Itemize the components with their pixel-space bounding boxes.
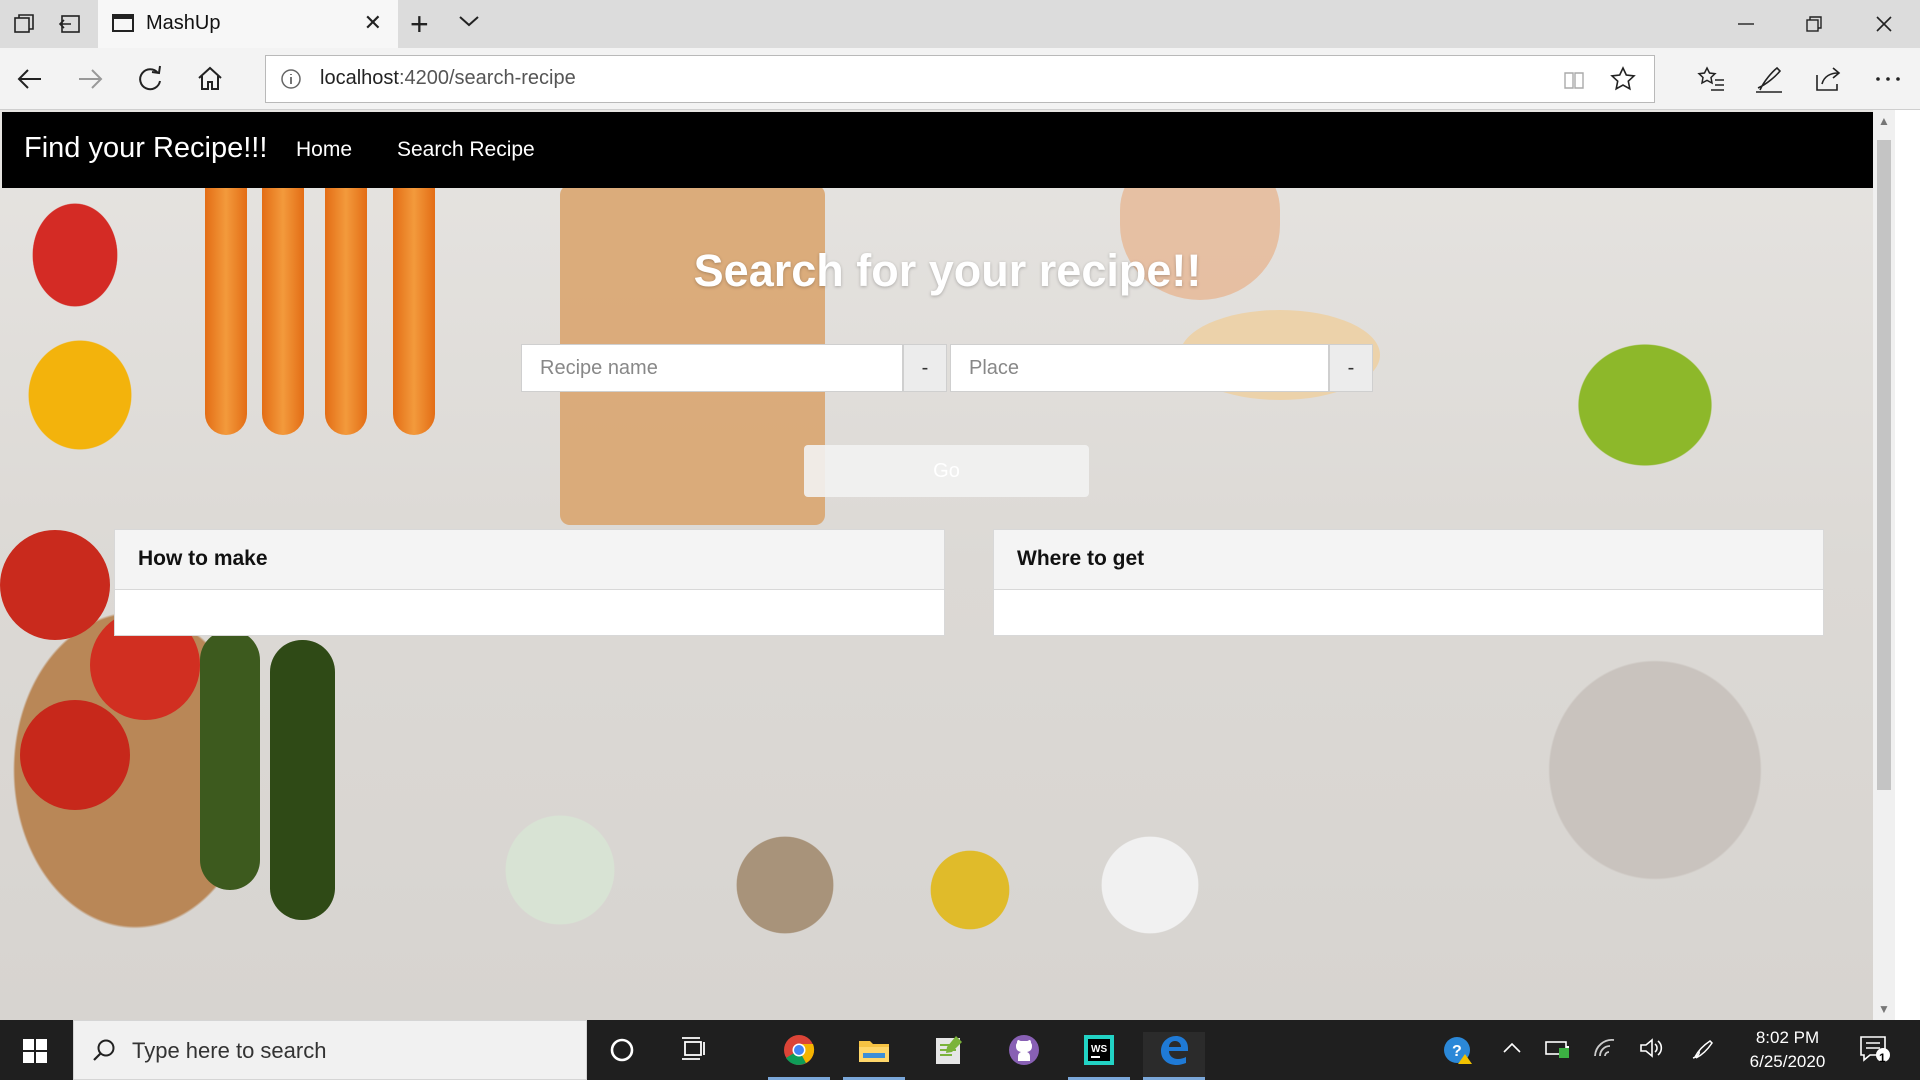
navbar: Find your Recipe!!! Home Search Recipe <box>2 112 1894 188</box>
url-path: :4200/search-recipe <box>398 67 576 89</box>
how-to-make-card: How to make <box>114 529 945 636</box>
tab-title: MashUp <box>146 12 221 34</box>
github-desktop-icon[interactable] <box>1007 1033 1041 1067</box>
vertical-scrollbar[interactable]: ▲ ▼ <box>1873 110 1895 1020</box>
tomato-image <box>20 700 130 810</box>
wifi-icon[interactable] <box>1592 1036 1618 1065</box>
task-view-icon[interactable] <box>678 1033 712 1067</box>
back-arrow-icon[interactable] <box>14 63 46 95</box>
file-explorer-icon[interactable] <box>857 1033 891 1067</box>
more-options-icon[interactable] <box>1872 63 1904 95</box>
taskbar: Type here to search WS ? 8:02 PM 6/25/20… <box>0 1020 1920 1080</box>
battery-icon[interactable] <box>1544 1036 1572 1065</box>
taskbar-search-box[interactable]: Type here to search <box>73 1020 587 1080</box>
star-icon[interactable] <box>1610 66 1636 97</box>
card-header: Where to get <box>994 530 1823 590</box>
tab-actions-icon[interactable] <box>12 12 36 36</box>
scroll-down-icon[interactable]: ▼ <box>1878 1002 1890 1016</box>
zucchini-image <box>200 630 260 890</box>
reading-view-icon[interactable] <box>1562 68 1586 97</box>
svg-text:WS: WS <box>1091 1044 1107 1055</box>
webstorm-icon[interactable]: WS <box>1082 1033 1116 1067</box>
card-header: How to make <box>115 530 944 590</box>
pen-icon[interactable] <box>1753 63 1785 95</box>
page-icon <box>112 14 134 32</box>
search-icon <box>91 1037 117 1068</box>
clock-date: 6/25/2020 <box>1749 1052 1826 1071</box>
browser-toolbar: localhost:4200/search-recipe <box>0 48 1920 110</box>
url-text: localhost:4200/search-recipe <box>320 67 576 90</box>
help-icon[interactable]: ? <box>1443 1036 1475 1071</box>
forward-arrow-icon[interactable] <box>74 63 106 95</box>
clock-time: 8:02 PM <box>1755 1028 1820 1047</box>
home-icon[interactable] <box>194 63 226 95</box>
nav-home-link[interactable]: Home <box>296 138 352 162</box>
share-icon[interactable] <box>1812 63 1844 95</box>
chevron-down-icon[interactable] <box>458 14 480 33</box>
brand-title[interactable]: Find your Recipe!!! <box>24 132 267 165</box>
nav-search-recipe-link[interactable]: Search Recipe <box>397 138 535 162</box>
page-title: Search for your recipe!! <box>693 245 1202 296</box>
close-window-icon[interactable] <box>1872 12 1896 36</box>
refresh-icon[interactable] <box>134 63 166 95</box>
chrome-icon[interactable] <box>782 1033 816 1067</box>
scroll-up-icon[interactable]: ▲ <box>1878 114 1890 128</box>
tab-mashup[interactable]: MashUp ✕ <box>98 0 398 48</box>
zucchini-image <box>270 640 335 920</box>
scrollbar-thumb[interactable] <box>1877 140 1891 790</box>
svg-text:?: ? <box>1452 1043 1462 1060</box>
browser-tab-strip: MashUp ✕ + <box>0 0 1920 48</box>
go-button[interactable]: Go <box>804 445 1089 497</box>
recipe-name-input[interactable]: Recipe name <box>521 344 903 392</box>
address-bar[interactable]: localhost:4200/search-recipe <box>265 55 1655 103</box>
tomato-image <box>0 530 110 640</box>
place-clear-button[interactable]: - <box>1329 344 1373 392</box>
notification-count-badge: 1 <box>1879 1051 1886 1065</box>
favorites-icon[interactable] <box>1695 63 1727 95</box>
windows-start-icon[interactable] <box>22 1038 48 1069</box>
restore-icon[interactable] <box>1802 12 1826 36</box>
edge-icon[interactable] <box>1157 1033 1191 1067</box>
chevron-up-icon[interactable] <box>1500 1036 1524 1065</box>
volume-icon[interactable] <box>1638 1036 1664 1065</box>
cortana-icon[interactable] <box>605 1033 639 1067</box>
recipe-clear-button[interactable]: - <box>903 344 947 392</box>
notepad-plus-plus-icon[interactable] <box>932 1033 966 1067</box>
new-tab-icon[interactable]: + <box>410 8 429 40</box>
url-host: localhost <box>320 67 399 89</box>
page-viewport: Find your Recipe!!! Home Search Recipe S… <box>0 110 1895 1020</box>
tabs-aside-icon[interactable] <box>58 12 82 36</box>
taskbar-search-placeholder: Type here to search <box>132 1038 327 1063</box>
place-input[interactable]: Place <box>950 344 1329 392</box>
where-to-get-card: Where to get <box>993 529 1824 636</box>
pen-workspace-icon[interactable] <box>1690 1036 1716 1065</box>
system-clock[interactable]: 8:02 PM 6/25/2020 <box>1730 1026 1845 1074</box>
info-icon[interactable] <box>280 68 302 95</box>
minimize-icon[interactable] <box>1734 12 1758 36</box>
notifications-icon[interactable] <box>1858 1034 1892 1069</box>
close-tab-icon[interactable]: ✕ <box>364 12 382 34</box>
